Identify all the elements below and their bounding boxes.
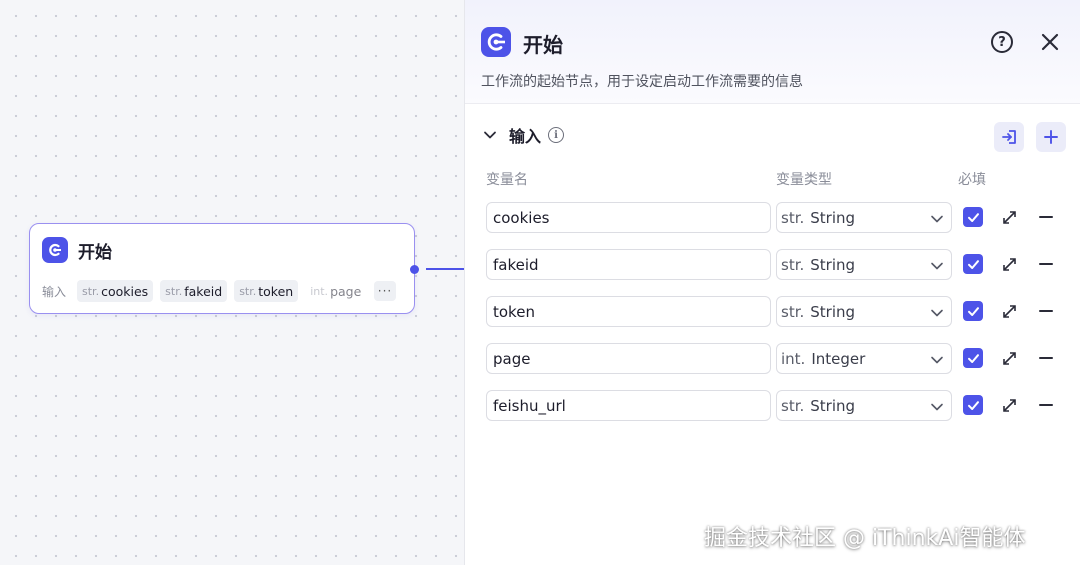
- required-checkbox[interactable]: [963, 207, 983, 227]
- chevron-down-icon: [931, 262, 943, 270]
- input-section-title: 输入: [509, 127, 542, 146]
- start-node-icon: [481, 27, 511, 57]
- remove-variable-icon[interactable]: [1039, 216, 1053, 218]
- type-prefix: str.: [781, 255, 805, 274]
- remove-variable-icon[interactable]: [1039, 357, 1053, 359]
- variable-row: str. String: [465, 390, 1080, 421]
- panel-title: 开始: [523, 33, 563, 57]
- import-variables-button[interactable]: [994, 122, 1024, 152]
- variable-name-input[interactable]: [486, 202, 771, 233]
- variable-type-select[interactable]: str. String: [776, 202, 952, 233]
- param-chip-page: int. page: [305, 280, 366, 302]
- column-header-type: 变量类型: [776, 172, 832, 188]
- check-icon: [967, 400, 979, 410]
- type-prefix: str.: [781, 208, 805, 227]
- type-prefix: int.: [781, 349, 806, 368]
- column-header-name: 变量名: [486, 172, 528, 188]
- info-icon[interactable]: i: [548, 127, 565, 143]
- param-chip-fakeid: str. fakeid: [160, 280, 228, 302]
- start-node-icon: [42, 237, 68, 263]
- expand-icon[interactable]: [1001, 397, 1018, 414]
- chevron-down-icon: [931, 403, 943, 411]
- type-prefix: str.: [781, 302, 805, 321]
- variable-type-select[interactable]: int. Integer: [776, 343, 952, 374]
- check-icon: [967, 212, 979, 222]
- param-type: int.: [310, 284, 329, 298]
- expand-icon[interactable]: [1001, 303, 1018, 320]
- type-label: String: [810, 302, 856, 321]
- type-label: String: [810, 208, 856, 227]
- panel-description: 工作流的起始节点，用于设定启动工作流需要的信息: [481, 74, 803, 90]
- variable-name-input[interactable]: [486, 249, 771, 280]
- required-checkbox[interactable]: [963, 348, 983, 368]
- remove-variable-icon[interactable]: [1039, 404, 1053, 406]
- variable-name-input[interactable]: [486, 343, 771, 374]
- chevron-down-icon: [931, 215, 943, 223]
- variable-type-select[interactable]: str. String: [776, 390, 952, 421]
- variable-type-select[interactable]: str. String: [776, 296, 952, 327]
- variable-row: str. String: [465, 249, 1080, 280]
- required-checkbox[interactable]: [963, 254, 983, 274]
- param-type: str.: [239, 284, 257, 298]
- plus-icon: [1044, 130, 1058, 144]
- expand-icon[interactable]: [1001, 350, 1018, 367]
- type-label: String: [810, 396, 856, 415]
- remove-variable-icon[interactable]: [1039, 310, 1053, 312]
- param-name: cookies: [101, 283, 149, 299]
- expand-icon[interactable]: [1001, 209, 1018, 226]
- start-node-header: 开始: [42, 237, 112, 263]
- input-section-header[interactable]: 输入 i: [483, 123, 565, 147]
- watermark-text: 掘金技术社区 @ iThinkAi智能体: [704, 526, 1026, 551]
- type-label: String: [810, 255, 856, 274]
- chevron-down-icon: [931, 309, 943, 317]
- node-settings-panel: 开始 ? 工作流的起始节点，用于设定启动工作流需要的信息 输入 i 变量名 变量…: [464, 0, 1080, 565]
- variable-row: str. String: [465, 202, 1080, 233]
- expand-icon[interactable]: [1001, 256, 1018, 273]
- output-port[interactable]: [410, 265, 419, 274]
- variable-row: int. Integer: [465, 343, 1080, 374]
- start-node-inputs: 输入 str. cookies str. fakeid str. token i…: [42, 280, 366, 302]
- type-label: Integer: [811, 349, 866, 368]
- variable-name-input[interactable]: [486, 390, 771, 421]
- param-name: page: [330, 283, 362, 299]
- question-circle-icon[interactable]: ?: [991, 31, 1013, 53]
- connection-edge[interactable]: [426, 268, 464, 270]
- param-chip-cookies: str. cookies: [77, 280, 154, 302]
- param-type: str.: [165, 284, 183, 298]
- variable-name-input[interactable]: [486, 296, 771, 327]
- required-checkbox[interactable]: [963, 395, 983, 415]
- check-icon: [967, 353, 979, 363]
- variable-type-select[interactable]: str. String: [776, 249, 952, 280]
- more-params-button[interactable]: ···: [374, 281, 396, 301]
- start-node-card[interactable]: 开始 输入 str. cookies str. fakeid str. toke…: [29, 223, 415, 314]
- param-name: token: [258, 283, 294, 299]
- column-header-required: 必填: [958, 172, 986, 188]
- check-icon: [967, 259, 979, 269]
- panel-header: 开始 ? 工作流的起始节点，用于设定启动工作流需要的信息: [465, 0, 1080, 104]
- remove-variable-icon[interactable]: [1039, 263, 1053, 265]
- add-variable-button[interactable]: [1036, 122, 1066, 152]
- start-node-title: 开始: [78, 242, 112, 263]
- type-prefix: str.: [781, 396, 805, 415]
- variable-row: str. String: [465, 296, 1080, 327]
- close-icon[interactable]: [1039, 31, 1061, 53]
- param-chip-token: str. token: [234, 280, 299, 302]
- param-name: fakeid: [184, 283, 223, 299]
- required-checkbox[interactable]: [963, 301, 983, 321]
- check-icon: [967, 306, 979, 316]
- start-node-input-label: 输入: [42, 284, 67, 299]
- import-icon: [1002, 130, 1016, 144]
- chevron-down-icon[interactable]: [483, 128, 497, 142]
- param-type: str.: [82, 284, 100, 298]
- chevron-down-icon: [931, 356, 943, 364]
